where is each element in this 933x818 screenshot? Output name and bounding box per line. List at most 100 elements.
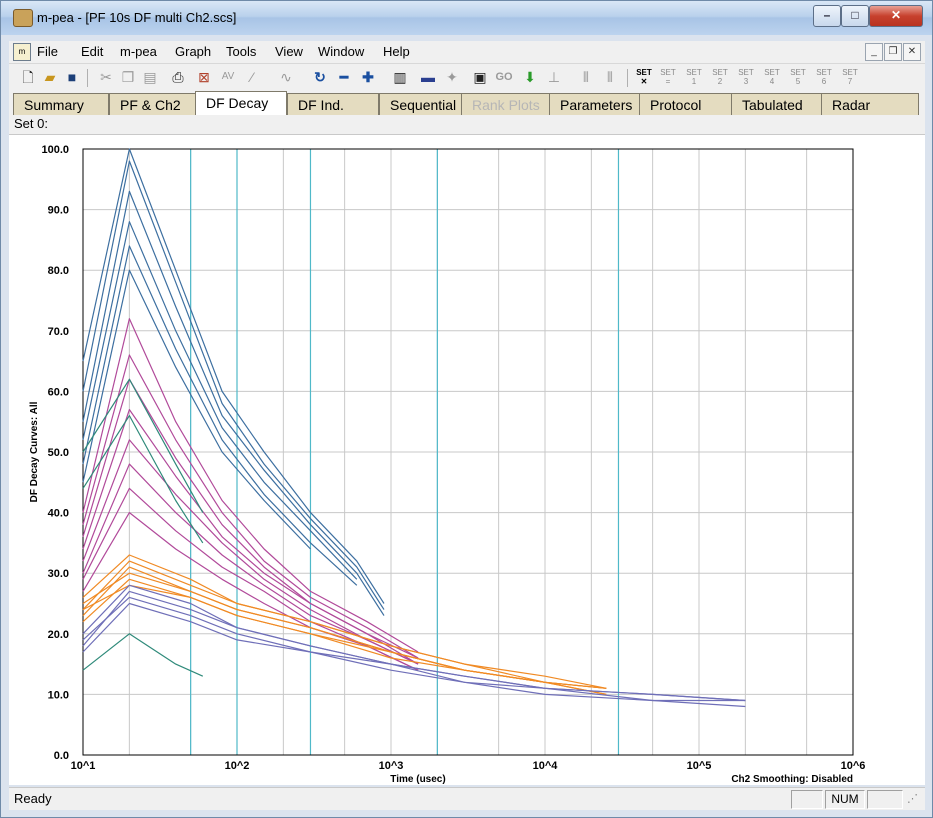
series-line-blue (82, 190, 385, 616)
tab-radar[interactable]: Radar (821, 93, 919, 115)
series-line-purple (82, 584, 746, 702)
menu-view[interactable]: View (275, 44, 303, 59)
refresh-icon[interactable]: ↻ (311, 68, 329, 86)
minimize-button[interactable]: – (813, 5, 841, 27)
set-7-button[interactable]: SET 7 (841, 68, 859, 86)
y-tick-label: 40.0 (48, 508, 69, 520)
status-bar: Ready NUM ⋰ (9, 787, 925, 810)
go-button[interactable]: GO (495, 68, 513, 86)
fit-icon[interactable]: ⁄ (243, 68, 261, 86)
x-tick-label: 10^4 (533, 760, 559, 772)
app-window: m-pea - [PF 10s DF multi Ch2.scs] – □ ✕ … (0, 0, 933, 818)
cut-icon[interactable]: ✂ (97, 68, 115, 86)
chart-area: 0.0 10.0 20.0 30.0 40.0 50.0 60.0 70.0 80.0 90.0 1… (9, 135, 925, 785)
y-tick-label: 100.0 (41, 144, 69, 156)
zoom-in-icon[interactable]: ✚ (359, 68, 377, 86)
set-equal-button[interactable]: SET = (659, 68, 677, 86)
probe-icon[interactable]: ▬ (419, 68, 437, 86)
tool-icon[interactable]: ✦ (443, 68, 461, 86)
tab-tabulated[interactable]: Tabulated (731, 93, 829, 115)
series-line-green (82, 633, 204, 677)
zoom-out-icon[interactable]: ━ (335, 68, 353, 86)
resize-grip-icon[interactable]: ⋰ (907, 792, 918, 805)
copy-icon[interactable]: ❐ (119, 68, 137, 86)
maximize-button[interactable]: □ (841, 5, 869, 27)
clipboard-icon[interactable]: ▣ (471, 68, 489, 86)
menu-edit[interactable]: Edit (81, 44, 103, 59)
title-bar[interactable]: m-pea - [PF 10s DF multi Ch2.scs] – □ ✕ (1, 1, 932, 35)
align-left-icon[interactable]: ⫴ (577, 68, 595, 86)
status-panel-empty (791, 790, 823, 809)
x-axis-label: Time (usec) (390, 774, 445, 785)
tab-summary[interactable]: Summary (13, 93, 109, 115)
smoothing-annotation: Ch2 Smoothing: Disabled (731, 774, 853, 785)
menu-m-pea[interactable]: m-pea (120, 44, 157, 59)
y-tick-label: 80.0 (48, 265, 69, 277)
menu-window[interactable]: Window (318, 44, 364, 59)
tab-protocol[interactable]: Protocol (639, 93, 735, 115)
paste-icon[interactable]: ▤ (141, 68, 159, 86)
waveform-icon[interactable]: ∿ (277, 68, 295, 86)
tab-bar: Summary PF & Ch2 DF Decay DF Ind. Sequen… (9, 91, 925, 115)
new-file-icon[interactable]: 🗋 (19, 68, 37, 86)
tab-rank-plots: Rank Plots (461, 93, 553, 115)
set-3-button[interactable]: SET 3 (737, 68, 755, 86)
set-4-button[interactable]: SET 4 (763, 68, 781, 86)
set-6-button[interactable]: SET 6 (815, 68, 833, 86)
x-tick-label: 10^5 (687, 760, 712, 772)
y-tick-label: 20.0 (48, 629, 69, 641)
y-tick-label: 10.0 (48, 689, 69, 701)
tab-parameters[interactable]: Parameters (549, 93, 645, 115)
y-tick-label: 90.0 (48, 205, 69, 217)
align-right-icon[interactable]: ⫴ (601, 68, 619, 86)
x-tick-label: 10^2 (225, 760, 250, 772)
window-title: m-pea - [PF 10s DF multi Ch2.scs] (37, 10, 237, 25)
x-tick-label: 10^3 (379, 760, 404, 772)
open-folder-icon[interactable]: ▰ (41, 68, 59, 86)
y-tick-label: 30.0 (48, 568, 69, 580)
menu-bar: m File Edit m-pea Graph Tools View Windo… (9, 41, 925, 63)
download-arrow-icon[interactable]: ⬇ (521, 68, 539, 86)
y-tick-label: 50.0 (48, 447, 69, 459)
status-panel-empty (867, 790, 903, 809)
set-1-button[interactable]: SET 1 (685, 68, 703, 86)
y-tick-label: 60.0 (48, 386, 69, 398)
document-icon[interactable]: m (13, 43, 31, 61)
y-axis-label: DF Decay Curves: All (29, 401, 40, 502)
df-decay-chart[interactable]: 0.0 10.0 20.0 30.0 40.0 50.0 60.0 70.0 80.0 90.0 1… (9, 135, 925, 785)
mdi-close-button[interactable]: ✕ (903, 43, 921, 61)
toolbar-separator (87, 69, 88, 87)
status-text: Ready (14, 791, 52, 806)
series-line-purple (82, 596, 746, 702)
graph-icon[interactable]: ⊠ (195, 68, 213, 86)
scale-icon[interactable]: ⊥ (545, 68, 563, 86)
set-indicator: Set 0: (9, 115, 925, 135)
mdi-restore-button[interactable]: ❐ (884, 43, 902, 61)
set-2-button[interactable]: SET 2 (711, 68, 729, 86)
set-5-button[interactable]: SET 5 (789, 68, 807, 86)
series-line-blue (82, 221, 358, 580)
save-icon[interactable]: ■ (63, 68, 81, 86)
bars-icon[interactable]: ▥ (391, 68, 409, 86)
y-tick-label: 70.0 (48, 326, 69, 338)
print-icon[interactable]: ⎙ (169, 68, 187, 86)
average-icon[interactable]: AV (219, 68, 237, 86)
tab-df-ind[interactable]: DF Ind. (287, 93, 379, 115)
tab-df-decay[interactable]: DF Decay (195, 91, 287, 115)
series-line-magenta (82, 409, 419, 665)
menu-tools[interactable]: Tools (226, 44, 256, 59)
mdi-minimize-button[interactable]: _ (865, 43, 883, 61)
menu-help[interactable]: Help (383, 44, 410, 59)
num-lock-indicator: NUM (825, 790, 865, 809)
menu-file[interactable]: File (37, 44, 58, 59)
toolbar-separator (627, 69, 628, 87)
menu-graph[interactable]: Graph (175, 44, 211, 59)
toolbar: 🗋 ▰ ■ ✂ ❐ ▤ ⎙ ⊠ AV ⁄ ∿ ↻ ━ ✚ ▥ ▬ ✦ ▣ GO … (9, 63, 925, 92)
y-tick-label: 0.0 (54, 750, 69, 762)
set-clear-button[interactable]: SET ✕ (635, 68, 653, 86)
series-line-purple (82, 590, 746, 702)
close-button[interactable]: ✕ (869, 5, 923, 27)
tab-pf-ch2[interactable]: PF & Ch2 (109, 93, 197, 115)
x-tick-label: 10^6 (841, 760, 866, 772)
app-icon (13, 9, 33, 27)
